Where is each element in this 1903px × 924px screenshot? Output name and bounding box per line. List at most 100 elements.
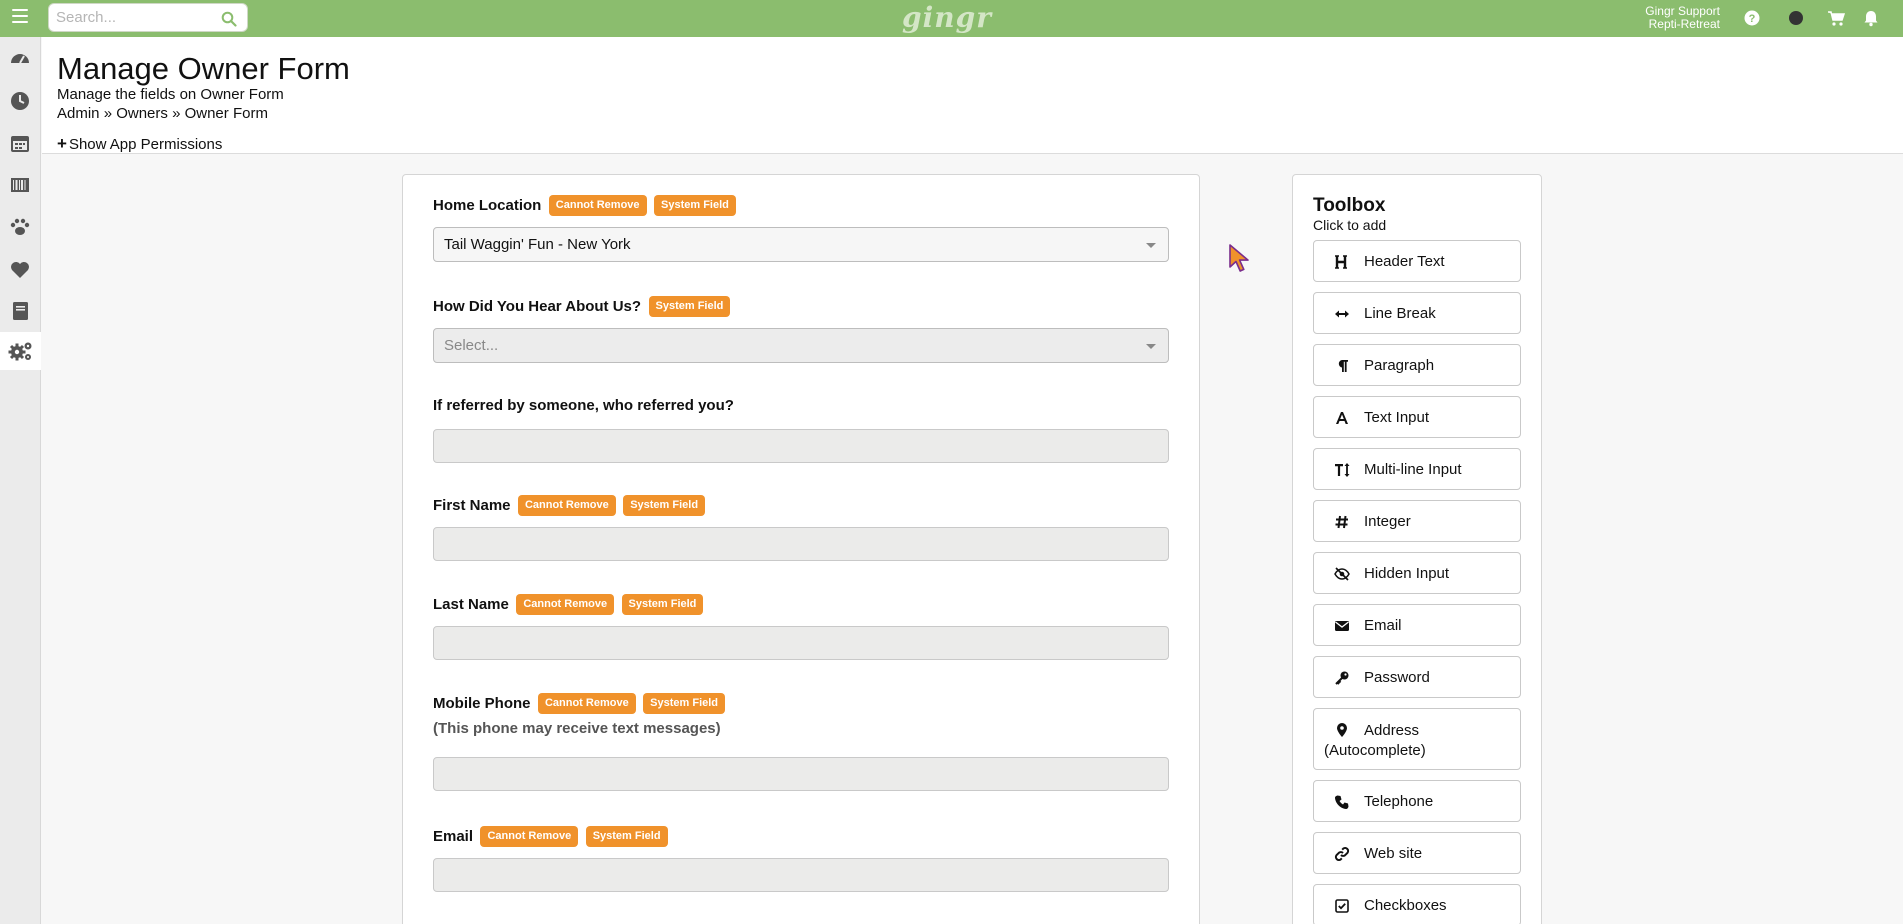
tool-label: Password xyxy=(1364,669,1430,686)
breadcrumb-admin[interactable]: Admin xyxy=(57,105,100,122)
home-location-select[interactable]: Tail Waggin' Fun - New York xyxy=(433,227,1169,262)
tool-label: Paragraph xyxy=(1364,357,1435,374)
search-icon[interactable] xyxy=(221,11,237,27)
toolbox-checkboxes-button[interactable]: Checkboxes xyxy=(1313,884,1521,924)
clock-icon[interactable] xyxy=(8,89,32,113)
select-placeholder: Select... xyxy=(444,337,499,354)
hash-icon xyxy=(1335,515,1348,529)
top-bar: gingr Gingr Support Repti-Retreat ? xyxy=(0,0,1903,37)
svg-text:?: ? xyxy=(1749,13,1756,25)
system-field-badge: System Field xyxy=(621,594,704,615)
toolbox-line-break-button[interactable]: Line Break xyxy=(1313,292,1521,334)
toolbox-password-button[interactable]: Password xyxy=(1313,656,1521,698)
tool-label: Web site xyxy=(1364,845,1423,862)
show-app-permissions-link[interactable]: + Show App Permissions xyxy=(57,134,222,154)
tool-label: Address (Autocomplete) xyxy=(1324,722,1426,759)
status-dot-icon[interactable] xyxy=(1787,9,1805,27)
phone-icon xyxy=(1335,795,1349,809)
first-name-input[interactable] xyxy=(433,527,1169,561)
last-name-input[interactable] xyxy=(433,626,1169,660)
cannot-remove-badge: Cannot Remove xyxy=(517,495,616,516)
field-email[interactable]: Email Cannot Remove System Field xyxy=(433,826,1169,892)
key-icon xyxy=(1335,671,1349,685)
referred-by-input[interactable] xyxy=(433,429,1169,463)
dashboard-icon[interactable] xyxy=(8,47,32,71)
tool-label: Integer xyxy=(1364,513,1411,530)
field-label: Last Name xyxy=(433,596,509,613)
field-label: Mobile Phone xyxy=(433,695,531,712)
paw-icon[interactable] xyxy=(8,215,32,239)
eye-slash-icon xyxy=(1334,567,1350,581)
field-note: (This phone may receive text messages) xyxy=(433,720,721,737)
gingr-logo[interactable]: gingr xyxy=(902,1,992,34)
toolbox-integer-button[interactable]: Integer xyxy=(1313,500,1521,542)
field-mobile-phone[interactable]: Mobile Phone Cannot Remove System Field … xyxy=(433,693,1169,791)
paragraph-icon xyxy=(1338,360,1348,372)
envelope-icon xyxy=(1335,621,1349,631)
toolbox-telephone-button[interactable]: Telephone xyxy=(1313,780,1521,822)
tool-label: Email xyxy=(1364,617,1402,634)
system-field-badge: System Field xyxy=(648,296,731,317)
arrows-horizontal-icon xyxy=(1335,310,1349,318)
toolbox-panel: Toolbox Click to add Header Text Line Br… xyxy=(1292,174,1542,924)
page-header: Manage Owner Form Manage the fields on O… xyxy=(42,37,1903,154)
email-input[interactable] xyxy=(433,858,1169,892)
tool-label: Multi-line Input xyxy=(1364,461,1462,478)
field-label: If referred by someone, who referred you… xyxy=(433,397,734,415)
text-height-icon xyxy=(1335,463,1350,477)
toolbox-multi-line-input-button[interactable]: Multi-line Input xyxy=(1313,448,1521,490)
breadcrumb-current: Owner Form xyxy=(184,105,268,122)
letter-a-icon xyxy=(1336,412,1348,424)
page-title: Manage Owner Form xyxy=(57,51,350,86)
system-field-badge: System Field xyxy=(654,195,736,216)
bell-icon[interactable] xyxy=(1862,9,1880,27)
cannot-remove-badge: Cannot Remove xyxy=(548,195,647,216)
breadcrumb-owners[interactable]: Owners xyxy=(116,105,168,122)
help-icon[interactable]: ? xyxy=(1743,9,1761,27)
page-subtitle: Manage the fields on Owner Form xyxy=(57,86,284,103)
field-referred-by[interactable]: If referred by someone, who referred you… xyxy=(433,397,1169,463)
toolbox-header-text-button[interactable]: Header Text xyxy=(1313,240,1521,282)
field-home-location[interactable]: Home Location Cannot Remove System Field… xyxy=(433,195,1169,262)
toolbox-text-input-button[interactable]: Text Input xyxy=(1313,396,1521,438)
tool-label: Line Break xyxy=(1364,305,1436,322)
cart-icon[interactable] xyxy=(1827,9,1845,27)
system-field-badge: System Field xyxy=(643,693,726,714)
tool-label: Checkboxes xyxy=(1364,897,1447,914)
caret-down-icon xyxy=(1146,344,1156,349)
header-h-icon xyxy=(1335,255,1347,269)
tool-label: Header Text xyxy=(1364,253,1445,270)
toolbox-web-site-button[interactable]: Web site xyxy=(1313,832,1521,874)
field-how-did-you-hear[interactable]: How Did You Hear About Us? System Field … xyxy=(433,296,1169,363)
system-field-badge: System Field xyxy=(585,826,668,847)
field-first-name[interactable]: First Name Cannot Remove System Field xyxy=(433,495,1169,561)
tool-label: Telephone xyxy=(1364,793,1434,810)
mobile-phone-input[interactable] xyxy=(433,757,1169,791)
toolbox-address-button[interactable]: Address (Autocomplete) xyxy=(1313,708,1521,770)
checkbox-icon xyxy=(1335,899,1349,913)
user-menu[interactable]: Gingr Support Repti-Retreat xyxy=(1645,5,1720,31)
toolbox-subtitle: Click to add xyxy=(1313,217,1387,233)
book-icon[interactable] xyxy=(8,299,32,323)
link-icon xyxy=(1334,847,1350,861)
toolbox-title: Toolbox xyxy=(1313,195,1386,216)
cannot-remove-badge: Cannot Remove xyxy=(480,826,579,847)
left-sidebar xyxy=(0,37,41,924)
menu-icon[interactable] xyxy=(12,9,28,23)
toolbox-paragraph-button[interactable]: Paragraph xyxy=(1313,344,1521,386)
heart-icon[interactable] xyxy=(8,257,32,281)
barcode-icon[interactable] xyxy=(8,173,32,197)
system-field-badge: System Field xyxy=(623,495,706,516)
mouse-cursor-icon xyxy=(1229,244,1249,272)
sidebar-item-admin[interactable] xyxy=(0,332,41,370)
tool-label: Hidden Input xyxy=(1364,565,1450,582)
user-org: Repti-Retreat xyxy=(1648,17,1720,31)
cannot-remove-badge: Cannot Remove xyxy=(516,594,615,615)
toolbox-hidden-input-button[interactable]: Hidden Input xyxy=(1313,552,1521,594)
toolbox-email-button[interactable]: Email xyxy=(1313,604,1521,646)
field-last-name[interactable]: Last Name Cannot Remove System Field xyxy=(433,594,1169,660)
search-input[interactable] xyxy=(49,4,209,31)
tool-label: Text Input xyxy=(1364,409,1430,426)
calendar-icon[interactable] xyxy=(8,131,32,155)
how-did-you-hear-select[interactable]: Select... xyxy=(433,328,1169,363)
